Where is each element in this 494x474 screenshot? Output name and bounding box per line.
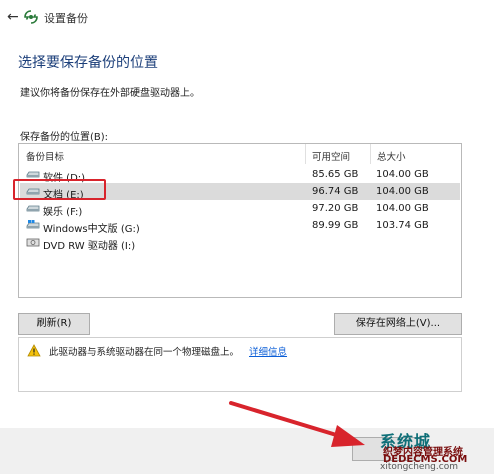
title-bar: ← 设置备份 [0, 0, 494, 34]
drive-free: 96.74 GB [312, 186, 359, 197]
page-subtitle: 建议你将备份保存在外部硬盘驱动器上。 [20, 88, 200, 99]
save-on-network-button[interactable]: 保存在网络上(V)... [334, 313, 462, 335]
backup-app-icon [24, 10, 38, 24]
window-title: 设置备份 [44, 12, 88, 25]
drive-name: 娱乐 (F:) [43, 207, 83, 218]
drive-total: 104.00 GB [376, 203, 429, 214]
column-separator[interactable] [305, 144, 306, 164]
drive-free: 89.99 GB [312, 220, 359, 231]
back-arrow-icon[interactable]: ← [7, 9, 19, 25]
drive-listview[interactable]: 备份目标 可用空间 总大小 软件 (D:) 85.65 GB 104.00 GB… [18, 143, 462, 298]
listview-header: 备份目标 可用空间 总大小 [19, 144, 461, 164]
drive-free: 85.65 GB [312, 169, 359, 180]
column-header-target[interactable]: 备份目标 [26, 149, 64, 163]
drive-row-i[interactable]: DVD RW 驱动器 (I:) [20, 234, 460, 252]
watermark-url: xitongcheng.com [380, 462, 458, 472]
column-separator[interactable] [370, 144, 371, 164]
drive-total: 104.00 GB [376, 186, 429, 197]
selection-highlight-annotation [13, 179, 106, 200]
backup-location-label: 保存备份的位置(B): [20, 132, 109, 143]
drive-row-f[interactable]: 娱乐 (F:) 97.20 GB 104.00 GB [20, 200, 460, 218]
drive-total: 104.00 GB [376, 169, 429, 180]
drive-name: Windows中文版 (G:) [43, 224, 140, 235]
drive-icon [26, 205, 40, 212]
drive-name: DVD RW 驱动器 (I:) [43, 241, 136, 252]
refresh-button[interactable]: 刷新(R) [18, 313, 90, 335]
column-header-total[interactable]: 总大小 [377, 149, 406, 163]
red-arrow-annotation [229, 401, 365, 447]
page-heading: 选择要保存备份的位置 [18, 55, 158, 71]
warning-icon [27, 344, 41, 357]
drive-row-g[interactable]: Windows中文版 (G:) 89.99 GB 103.74 GB [20, 217, 460, 235]
warning-text: 此驱动器与系统驱动器在同一个物理磁盘上。 [49, 347, 240, 358]
dvd-drive-icon [26, 238, 40, 247]
drive-total: 103.74 GB [376, 220, 429, 231]
column-header-free[interactable]: 可用空间 [312, 149, 350, 163]
details-link[interactable]: 详细信息 [249, 344, 287, 358]
drive-free: 97.20 GB [312, 203, 359, 214]
warning-panel: 此驱动器与系统驱动器在同一个物理磁盘上。 详细信息 [18, 337, 462, 392]
windows-drive-icon [26, 220, 40, 229]
